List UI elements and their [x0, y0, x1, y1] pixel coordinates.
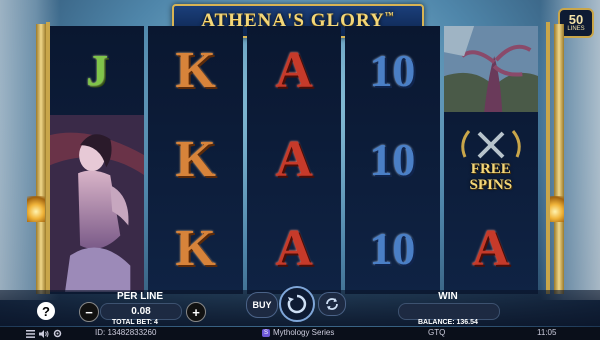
trademark-mark: ™ [384, 10, 395, 20]
decrease-bet-button[interactable]: − [79, 302, 99, 322]
spin-icon [287, 294, 307, 314]
reel-4-row-3: 10 [345, 205, 439, 294]
status-bar: ID: 13482833260 S Mythology Series GTQ 1… [0, 327, 600, 340]
symbol-a: A [275, 220, 313, 278]
reel-5: FREE SPINS A [443, 26, 538, 294]
help-button[interactable]: ? [37, 302, 55, 320]
symbol-10: 10 [369, 223, 416, 275]
reel-5-row-3: A [444, 205, 538, 294]
reel-3-row-2: A [247, 115, 341, 204]
reel-2-row-2: K [148, 115, 242, 204]
paylines-count: 50 [568, 12, 584, 27]
reel-3: A A A [246, 26, 342, 294]
series-text: Mythology Series [273, 328, 335, 337]
sound-icon[interactable] [39, 329, 49, 338]
balance-text: BALANCE: 136.54 [418, 319, 478, 326]
clock-time: 11:05 [537, 328, 557, 337]
reel-3-row-3: A [247, 205, 341, 294]
reel-5-row-1 [443, 26, 538, 115]
symbol-10: 10 [369, 133, 416, 185]
reel-grid: J K K K A A A 10 10 10 FREE SPINS A [50, 26, 538, 294]
character-art-icon [50, 115, 145, 293]
symbol-a: A [275, 41, 313, 99]
series-label: S Mythology Series [262, 328, 334, 337]
currency-code: GTQ [428, 328, 446, 337]
symbol-10: 10 [369, 44, 416, 96]
symbol-k: K [175, 41, 216, 99]
per-line-label: PER LINE [116, 291, 164, 302]
symbol-a: A [472, 220, 510, 278]
menu-icon[interactable] [26, 329, 35, 338]
spin-button[interactable] [279, 286, 315, 322]
round-id: ID: 13482833260 [95, 328, 157, 337]
reel-3-row-1: A [247, 26, 341, 115]
symbol-j: J [86, 45, 109, 95]
reel-1: J [50, 26, 145, 294]
autoplay-button[interactable] [318, 292, 346, 316]
symbol-k: K [175, 130, 216, 188]
left-torch-icon [27, 196, 45, 222]
reel-2: K K K [148, 26, 243, 294]
reel-4-row-1: 10 [345, 26, 439, 115]
reel-4-row-2: 10 [345, 115, 439, 204]
status-icons [26, 327, 62, 340]
win-label: WIN [438, 291, 458, 302]
symbol-k: K [175, 220, 216, 278]
reel-2-row-1: K [148, 26, 242, 115]
crossed-swords-laurel-icon [461, 130, 521, 159]
left-pillar [36, 24, 46, 294]
per-line-value: 0.08 [100, 303, 182, 320]
reel-1-row-1: J [50, 26, 144, 115]
increase-bet-button[interactable]: + [186, 302, 206, 322]
total-bet-text: TOTAL BET: 4 [112, 319, 158, 326]
symbol-a: A [275, 130, 313, 188]
right-pillar [554, 24, 564, 294]
buy-feature-button[interactable]: BUY [246, 292, 278, 318]
reel-1-character-art [50, 115, 145, 294]
free-spins-line-2: SPINS [469, 176, 513, 193]
paylines-label: LINES [567, 26, 585, 32]
reel-2-row-3: K [148, 205, 242, 294]
series-logo-icon: S [262, 328, 270, 337]
free-spins-line-1: FREE [470, 160, 511, 177]
win-value-field [398, 303, 500, 320]
settings-icon[interactable] [53, 329, 62, 338]
reel-4: 10 10 10 [345, 26, 440, 294]
landscape-art-icon [443, 26, 538, 113]
autoplay-icon [326, 298, 338, 310]
free-spins-scatter: FREE SPINS [444, 115, 538, 204]
